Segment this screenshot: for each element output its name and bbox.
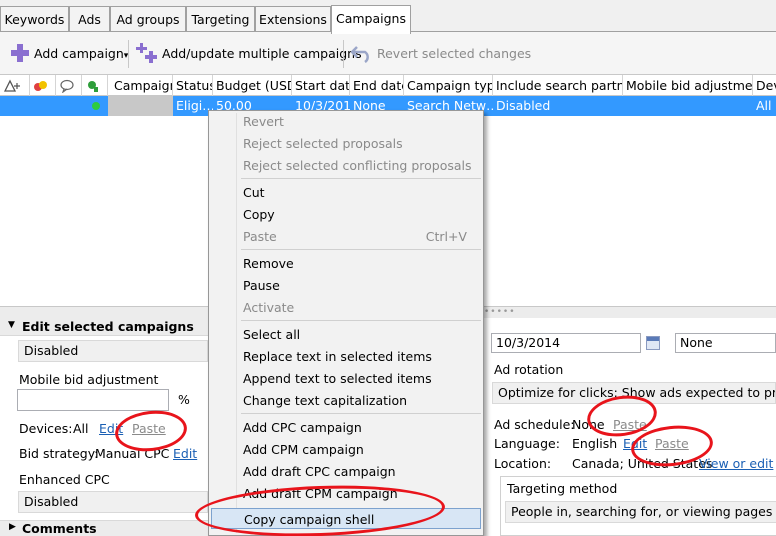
- menu-item-add-draft-cpc[interactable]: Add draft CPC campaign: [239, 461, 481, 482]
- bid-strategy-label: Bid strategy:: [19, 446, 99, 461]
- menu-item-reject-proposals[interactable]: Reject selected proposals: [239, 133, 481, 154]
- search-partners-cell[interactable]: Disabled: [493, 96, 623, 116]
- revert-icon: [350, 46, 369, 64]
- add-update-multiple-button[interactable]: Add/update multiple campaigns: [136, 43, 362, 65]
- devices-cell[interactable]: All: [753, 96, 776, 116]
- paste-shortcut: Ctrl+V: [425, 229, 467, 244]
- devices-value: All: [73, 421, 89, 436]
- tab-keywords[interactable]: Keywords: [0, 6, 69, 32]
- enhanced-cpc-field[interactable]: Disabled: [18, 491, 208, 513]
- menu-item-revert[interactable]: Revert: [239, 111, 481, 132]
- revert-changes-button[interactable]: Revert selected changes: [350, 43, 532, 65]
- language-value: English: [572, 436, 618, 451]
- menu-item-replace-text[interactable]: Replace text in selected items: [239, 346, 481, 367]
- menu-item-paste[interactable]: Paste Ctrl+V: [239, 226, 481, 247]
- menu-separator: [241, 249, 481, 250]
- toolbar-separator: [343, 40, 344, 68]
- campaign-cell[interactable]: [108, 96, 173, 116]
- tab-campaigns[interactable]: Campaigns: [331, 5, 411, 34]
- column-status[interactable]: Status: [173, 75, 213, 96]
- column-search-partners[interactable]: Include search partners: [493, 75, 623, 96]
- error-warning-icon: [34, 81, 47, 91]
- revert-changes-label: Revert selected changes: [376, 46, 532, 61]
- column-campaign-type[interactable]: Campaign type: [404, 75, 493, 96]
- menu-separator: [241, 178, 481, 179]
- delta-icon: [3, 79, 20, 92]
- ad-rotation-label: Ad rotation: [494, 362, 564, 377]
- column-comments[interactable]: [56, 75, 82, 96]
- menu-separator: [241, 320, 481, 321]
- tab-bar: Keywords Ads Ad groups Targeting Extensi…: [0, 0, 776, 34]
- location-view-edit-link[interactable]: View or edit: [699, 456, 773, 471]
- menu-item-add-cpm[interactable]: Add CPM campaign: [239, 439, 481, 460]
- column-budget[interactable]: Budget (USD): [213, 75, 292, 96]
- grip-icon: •••••: [484, 307, 516, 317]
- multi-plus-icon: [136, 43, 157, 63]
- menu-item-add-cpc[interactable]: Add CPC campaign: [239, 417, 481, 438]
- targeting-method-group: Targeting method People in, searching fo…: [500, 476, 776, 536]
- menu-item-copy[interactable]: Copy: [239, 204, 481, 225]
- add-update-multiple-label: Add/update multiple campaigns: [161, 46, 362, 61]
- add-campaign-button[interactable]: Add campaign▾: [10, 43, 128, 65]
- menu-item-activate[interactable]: Activate: [239, 297, 481, 318]
- calendar-icon[interactable]: [646, 336, 660, 350]
- end-date-input[interactable]: None: [675, 333, 776, 353]
- add-campaign-label: Add campaign: [33, 46, 124, 61]
- devices-label: Devices:: [19, 421, 73, 436]
- mobile-bid-input[interactable]: [17, 389, 169, 411]
- targeting-method-label: Targeting method: [507, 481, 618, 496]
- column-state[interactable]: [82, 75, 108, 96]
- tab-extensions[interactable]: Extensions: [255, 6, 331, 32]
- edit-section-header[interactable]: ▼ Edit selected campaigns: [0, 318, 208, 336]
- toolbar: Add campaign▾ Add/update multiple campai…: [0, 32, 776, 74]
- comments-section-header[interactable]: ▶ Comments: [0, 520, 208, 536]
- enhanced-cpc-label: Enhanced CPC: [19, 472, 110, 487]
- context-menu: Revert Reject selected proposals Reject …: [208, 110, 484, 536]
- targeting-method-select[interactable]: People in, searching for, or viewing pag…: [505, 501, 776, 523]
- active-status-icon: [88, 96, 100, 116]
- column-status-icons[interactable]: [0, 75, 30, 96]
- percent-label: %: [178, 392, 190, 407]
- comment-icon: [60, 79, 74, 94]
- column-start-date[interactable]: Start date: [292, 75, 350, 96]
- column-end-date[interactable]: End date: [350, 75, 404, 96]
- collapse-arrow-icon: ▼: [8, 320, 15, 330]
- menu-item-change-capitalization[interactable]: Change text capitalization: [239, 390, 481, 411]
- language-label: Language:: [494, 436, 560, 451]
- state-icon: [88, 81, 98, 92]
- menu-item-reject-conflicting[interactable]: Reject selected conflicting proposals: [239, 155, 481, 176]
- menu-separator: [241, 413, 481, 414]
- menu-item-select-all[interactable]: Select all: [239, 324, 481, 345]
- tab-ad-groups[interactable]: Ad groups: [110, 6, 186, 32]
- status-cell[interactable]: Eligi…: [173, 96, 213, 116]
- edit-section-title: Edit selected campaigns: [22, 319, 194, 334]
- expand-arrow-icon: ▶: [9, 522, 16, 532]
- plus-icon: [11, 44, 29, 62]
- menu-gutter: [236, 113, 237, 533]
- comments-title: Comments: [22, 521, 97, 536]
- menu-item-pause[interactable]: Pause: [239, 275, 481, 296]
- menu-item-cut[interactable]: Cut: [239, 182, 481, 203]
- ad-schedule-label: Ad schedule:: [494, 417, 575, 432]
- mobile-bid-label: Mobile bid adjustment: [19, 372, 159, 387]
- grid-header: Campaign Status Budget (USD) Start date …: [0, 74, 776, 96]
- menu-item-remove[interactable]: Remove: [239, 253, 481, 274]
- column-mobile-bid[interactable]: Mobile bid adjustment: [623, 75, 753, 96]
- column-campaign[interactable]: Campaign: [108, 75, 173, 96]
- menu-item-append-text[interactable]: Append text to selected items: [239, 368, 481, 389]
- tab-ads[interactable]: Ads: [69, 6, 110, 32]
- column-devices[interactable]: Dev: [753, 75, 776, 96]
- location-label: Location:: [494, 456, 552, 471]
- column-errors[interactable]: [30, 75, 56, 96]
- tab-targeting[interactable]: Targeting: [186, 6, 255, 32]
- search-partners-field[interactable]: Disabled: [18, 340, 208, 362]
- menu-item-paste-label: Paste: [243, 229, 277, 244]
- toolbar-separator: [128, 40, 129, 68]
- start-date-input[interactable]: 10/3/2014: [491, 333, 641, 353]
- bid-strategy-edit-link[interactable]: Edit: [173, 446, 197, 461]
